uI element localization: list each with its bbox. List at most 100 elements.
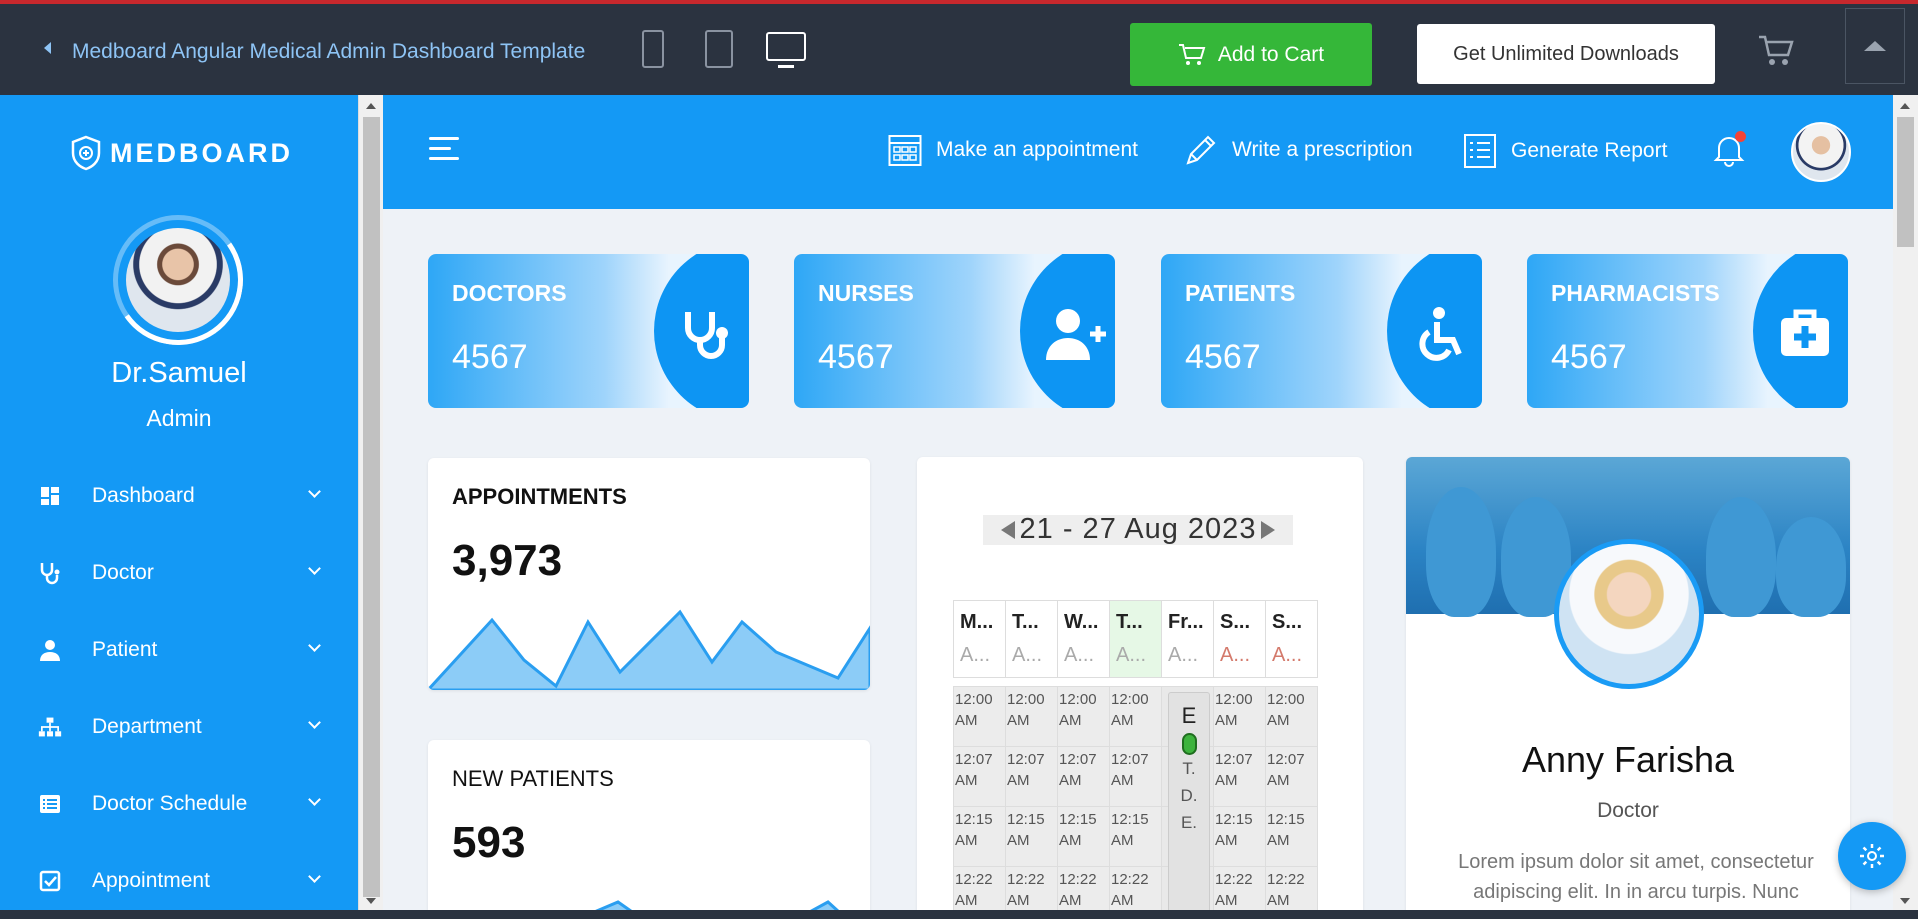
scrollbar-thumb[interactable] xyxy=(1897,117,1914,247)
stethoscope-icon xyxy=(685,312,728,359)
time-slot[interactable]: 12:00 AM xyxy=(1214,687,1265,747)
avatar[interactable] xyxy=(1791,122,1851,182)
sidebar-nav: Dashboard Doctor Patient Department Doct… xyxy=(0,457,358,919)
scroll-up-icon[interactable] xyxy=(366,103,376,109)
time-slot[interactable]: 12:07 AM xyxy=(1006,747,1057,807)
calendar-event[interactable]: E T. D. E. xyxy=(1168,692,1210,910)
scroll-up-icon[interactable] xyxy=(1900,103,1910,109)
add-to-cart-button[interactable]: Add to Cart xyxy=(1130,23,1372,86)
profile-name: Anny Farisha xyxy=(1521,739,1735,780)
time-slot[interactable]: 12:15 AM xyxy=(1266,807,1317,867)
avatar[interactable] xyxy=(1554,539,1704,689)
logo[interactable]: MEDBOARD xyxy=(70,135,293,171)
sidebar-item-label: Doctor xyxy=(92,560,154,584)
list-icon xyxy=(38,792,62,816)
calendar-grid-icon xyxy=(888,135,922,166)
scrollbar-thumb[interactable] xyxy=(363,117,380,897)
card-title: NEW PATIENTS xyxy=(452,766,614,791)
calendar-day[interactable]: W... A... xyxy=(1057,600,1110,678)
collapse-bar-button[interactable] xyxy=(1845,8,1905,84)
notification-bell-icon[interactable] xyxy=(1713,131,1746,172)
stat-value: 4567 xyxy=(1185,338,1261,376)
promo-bar: Medboard Angular Medical Admin Dashboard… xyxy=(0,0,1918,95)
wheelchair-icon xyxy=(1419,307,1462,361)
appointments-sparkline xyxy=(428,609,870,690)
profile-role: Doctor xyxy=(1597,799,1659,822)
time-slot[interactable]: 12:22 AM xyxy=(1058,867,1109,910)
card-title: APPOINTMENTS xyxy=(452,484,627,509)
stat-card-patients[interactable]: PATIENTS 4567 xyxy=(1161,254,1482,408)
scroll-down-icon[interactable] xyxy=(366,898,376,904)
calendar-day[interactable]: Fr... A... xyxy=(1161,600,1214,678)
calendar-day-today[interactable]: T... A... xyxy=(1109,600,1162,678)
back-arrow-icon[interactable] xyxy=(44,42,51,54)
stat-value: 4567 xyxy=(1551,338,1627,376)
make-appointment-label: Make an appointment xyxy=(936,138,1138,161)
phone-view-icon[interactable] xyxy=(642,30,664,68)
menu-toggle-icon[interactable] xyxy=(429,137,459,167)
user-role: Admin xyxy=(146,405,212,431)
time-slot[interactable]: 12:07 AM xyxy=(1214,747,1265,807)
time-slot[interactable]: 12:15 AM xyxy=(1110,807,1161,867)
report-list-icon xyxy=(1464,134,1496,168)
time-slot[interactable]: 12:07 AM xyxy=(1266,747,1317,807)
chevron-down-icon xyxy=(308,870,321,883)
avatar[interactable] xyxy=(102,204,254,356)
sidebar-item-dashboard[interactable]: Dashboard xyxy=(0,457,358,534)
dashboard-icon xyxy=(38,484,62,508)
stat-card-nurses[interactable]: NURSES 4567 xyxy=(794,254,1115,408)
checkbox-icon xyxy=(38,869,62,893)
sidebar-item-doctor-schedule[interactable]: Doctor Schedule xyxy=(0,765,358,842)
sidebar-item-appointment[interactable]: Appointment xyxy=(0,842,358,919)
time-slot[interactable]: 12:15 AM xyxy=(954,807,1005,867)
time-slot[interactable]: 12:22 AM xyxy=(1214,867,1265,910)
stat-card-doctors[interactable]: DOCTORS 4567 xyxy=(428,254,749,408)
page-scrollbar[interactable] xyxy=(1893,95,1918,910)
time-slot[interactable]: 12:00 AM xyxy=(1266,687,1317,747)
time-slot[interactable]: 12:00 AM xyxy=(954,687,1005,747)
calendar-next-icon[interactable] xyxy=(1261,521,1275,539)
app-header: Make an appointment Write a prescription… xyxy=(383,95,1893,209)
stat-title: PATIENTS xyxy=(1185,280,1296,306)
time-slot[interactable]: 12:00 AM xyxy=(1058,687,1109,747)
calendar-day-weekend[interactable]: S... A... xyxy=(1265,600,1318,678)
time-slot[interactable]: 12:00 AM xyxy=(1006,687,1057,747)
sidebar-item-patient[interactable]: Patient xyxy=(0,611,358,688)
time-slot[interactable]: 12:22 AM xyxy=(1006,867,1057,910)
time-slot[interactable]: 12:15 AM xyxy=(1058,807,1109,867)
time-slot[interactable]: 12:22 AM xyxy=(954,867,1005,910)
sidebar-item-department[interactable]: Department xyxy=(0,688,358,765)
tablet-view-icon[interactable] xyxy=(705,30,733,68)
notification-dot xyxy=(1735,131,1746,142)
time-slot[interactable]: 12:15 AM xyxy=(1006,807,1057,867)
generate-report-button[interactable]: Generate Report xyxy=(1463,133,1667,169)
stat-card-pharmacists[interactable]: PHARMACISTS 4567 xyxy=(1527,254,1848,408)
make-appointment-button[interactable]: Make an appointment xyxy=(888,133,1138,167)
template-title-link[interactable]: Medboard Angular Medical Admin Dashboard… xyxy=(72,40,585,64)
sidebar-item-label: Dashboard xyxy=(92,483,195,507)
calendar-day-weekend[interactable]: S... A... xyxy=(1213,600,1266,678)
calendar-day[interactable]: M... A... xyxy=(953,600,1006,678)
unlimited-downloads-button[interactable]: Get Unlimited Downloads xyxy=(1417,24,1715,84)
sidebar-item-label: Patient xyxy=(92,637,158,661)
write-prescription-button[interactable]: Write a prescription xyxy=(1184,133,1413,167)
time-slot[interactable]: 12:22 AM xyxy=(1266,867,1317,910)
sidebar-item-doctor[interactable]: Doctor xyxy=(0,534,358,611)
time-slot[interactable]: 12:00 AM xyxy=(1110,687,1161,747)
time-slot[interactable]: 12:22 AM xyxy=(1110,867,1161,910)
chevron-down-icon xyxy=(308,793,321,806)
settings-fab-button[interactable] xyxy=(1838,822,1906,890)
calendar-day[interactable]: T... A... xyxy=(1005,600,1058,678)
main-content: Make an appointment Write a prescription… xyxy=(383,95,1893,910)
sidebar-scrollbar[interactable] xyxy=(358,95,383,910)
time-slot[interactable]: 12:07 AM xyxy=(1058,747,1109,807)
scroll-down-icon[interactable] xyxy=(1900,898,1910,904)
appointments-card: APPOINTMENTS 3,973 xyxy=(428,458,870,690)
user-name: Dr.Samuel xyxy=(111,357,247,389)
chevron-down-icon xyxy=(308,716,321,729)
time-slot[interactable]: 12:15 AM xyxy=(1214,807,1265,867)
desktop-view-icon[interactable] xyxy=(766,32,806,68)
time-slot[interactable]: 12:07 AM xyxy=(1110,747,1161,807)
time-slot[interactable]: 12:07 AM xyxy=(954,747,1005,807)
cart-icon[interactable] xyxy=(1758,34,1794,68)
